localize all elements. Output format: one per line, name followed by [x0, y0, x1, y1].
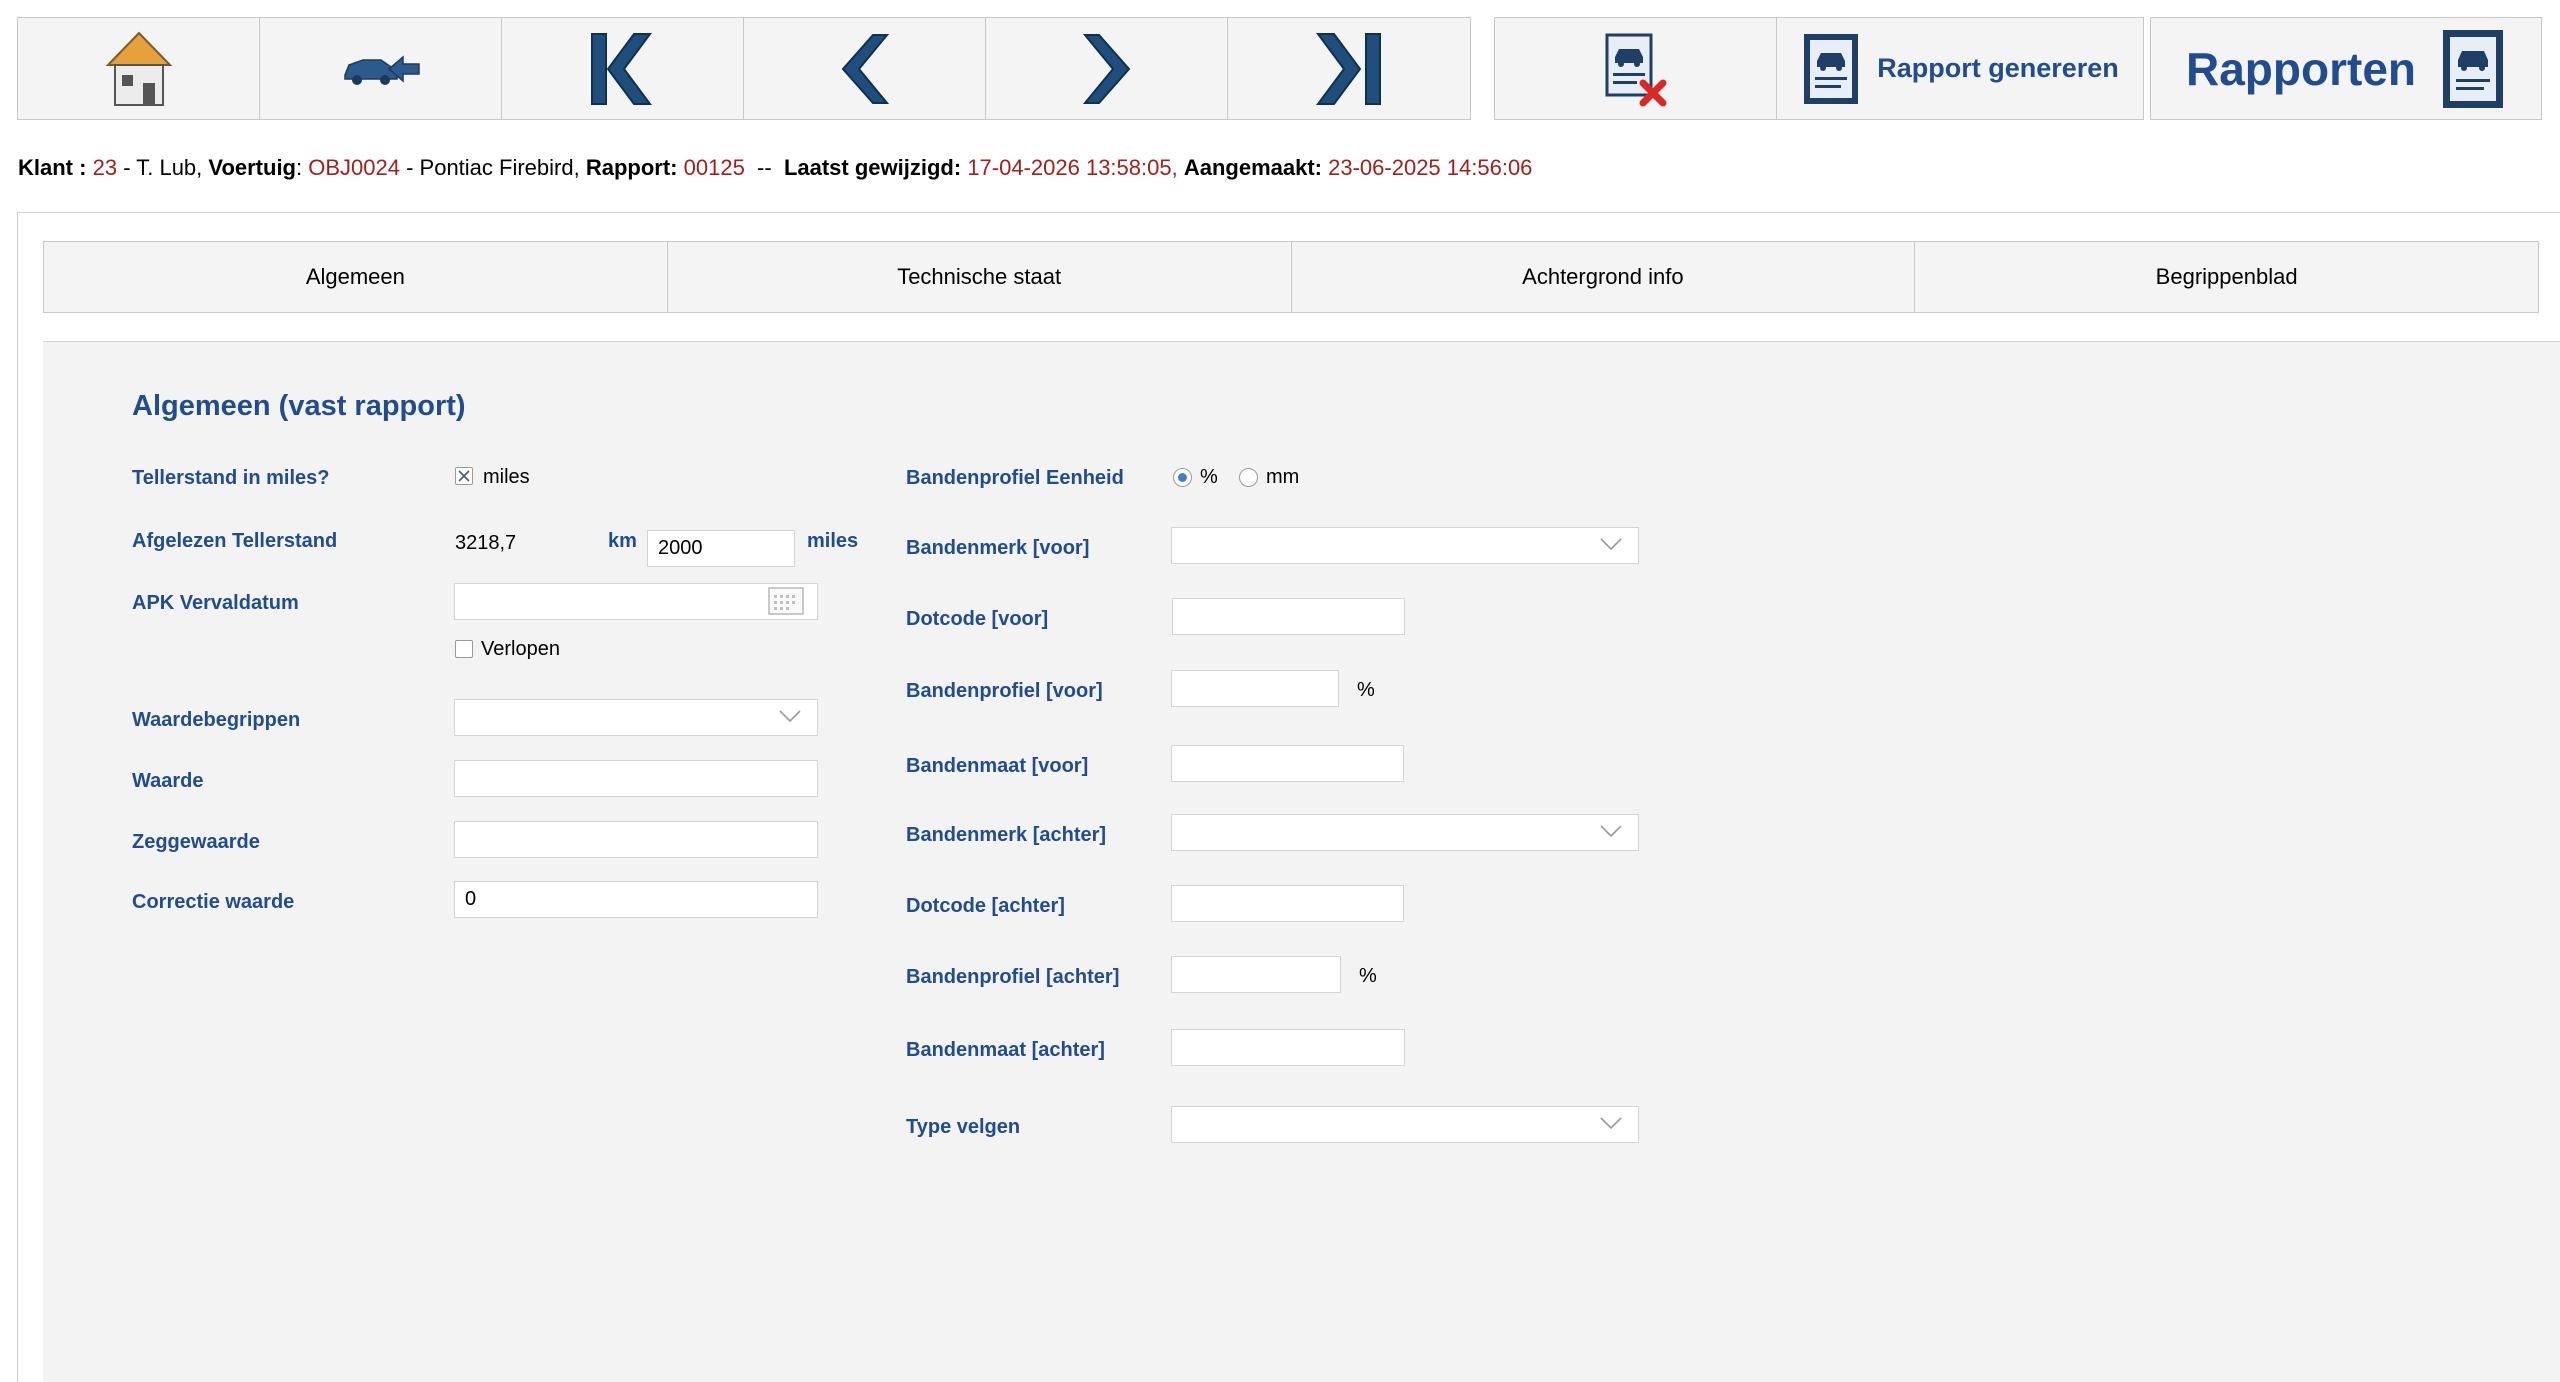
generate-report-label: Rapport genereren — [1877, 53, 2119, 83]
tellerstand-miles-checkbox[interactable] — [455, 467, 473, 485]
gewijzigd-value: 17-04-2026 13:58:05, — [967, 155, 1178, 180]
delete-report-icon — [1605, 33, 1666, 106]
apk-date-input[interactable] — [454, 583, 818, 620]
eenheid-percent-label: % — [1200, 466, 1218, 488]
previous-record-icon — [841, 33, 889, 104]
dot-voor-label: Dotcode [voor] — [906, 608, 1049, 630]
rapport-label: Rapport: — [585, 155, 678, 180]
correctie-label: Correctie waarde — [132, 891, 295, 913]
voertuig-id: OBJ0024 — [308, 155, 400, 180]
profiel-voor-input[interactable] — [1171, 670, 1339, 707]
velgen-label: Type velgen — [906, 1116, 1021, 1138]
profiel-voor-unit: % — [1357, 679, 1375, 701]
info-separator: -- — [757, 155, 772, 180]
waarde-label: Waarde — [132, 770, 204, 792]
generate-report-button[interactable]: Rapport genereren — [1777, 18, 2143, 119]
chevron-down-icon — [779, 710, 801, 723]
miles-input[interactable] — [647, 530, 795, 567]
section-title: Algemeen (vast rapport) — [132, 390, 466, 422]
eenheid-percent-radio[interactable] — [1173, 468, 1192, 487]
dot-achter-input[interactable] — [1171, 885, 1404, 922]
main-panel: Algemeen Technische staat Achtergrond in… — [17, 212, 2560, 1382]
last-record-button[interactable] — [1228, 18, 1470, 119]
reports-label: Rapporten — [2186, 42, 2416, 95]
record-info-line: Klant : 23 - T. Lub, Voertuig: OBJ0024 -… — [18, 155, 1533, 180]
maat-achter-input[interactable] — [1171, 1029, 1405, 1066]
navigation-group — [17, 17, 1471, 120]
dot-voor-input[interactable] — [1172, 598, 1405, 635]
tab-achtergrond-info[interactable]: Achtergrond info — [1292, 242, 1916, 312]
merk-voor-label: Bandenmerk [voor] — [906, 537, 1090, 559]
form-content: Algemeen (vast rapport) Tellerstand in m… — [43, 341, 2560, 1382]
chevron-down-icon — [1600, 538, 1622, 551]
velgen-select[interactable] — [1171, 1106, 1639, 1143]
km-unit: km — [608, 530, 637, 552]
chevron-down-icon — [1600, 1117, 1622, 1130]
merk-voor-select[interactable] — [1171, 527, 1639, 564]
tab-algemeen[interactable]: Algemeen — [44, 242, 668, 312]
reports-button[interactable]: Rapporten — [2151, 18, 2541, 119]
chevron-down-icon — [1600, 825, 1622, 838]
reports-icon — [2443, 29, 2503, 108]
dot-achter-label: Dotcode [achter] — [906, 895, 1065, 917]
report-actions-group: Rapport genereren — [1494, 17, 2144, 120]
afgelezen-label: Afgelezen Tellerstand — [132, 530, 338, 552]
waarde-input[interactable] — [454, 760, 818, 797]
tab-technische-staat[interactable]: Technische staat — [668, 242, 1292, 312]
maat-voor-label: Bandenmaat [voor] — [906, 755, 1089, 777]
rapport-id: 00125 — [683, 155, 745, 180]
tab-begrippenblad[interactable]: Begrippenblad — [1915, 242, 2538, 312]
maat-achter-label: Bandenmaat [achter] — [906, 1039, 1105, 1061]
next-record-icon — [1082, 33, 1130, 104]
next-record-button[interactable] — [986, 18, 1228, 119]
verlopen-label: Verlopen — [481, 638, 560, 660]
tellerstand-miles-option: miles — [483, 466, 530, 488]
waardebegrippen-label: Waardebegrippen — [132, 709, 301, 731]
apk-label: APK Vervaldatum — [132, 592, 299, 614]
correctie-input[interactable] — [454, 881, 818, 918]
first-record-button[interactable] — [502, 18, 744, 119]
check-x-icon — [458, 470, 470, 482]
zeggewaarde-input[interactable] — [454, 821, 818, 858]
profiel-achter-unit: % — [1359, 965, 1377, 987]
report-icon — [1804, 33, 1859, 104]
voertuig-name: - Pontiac Firebird, — [406, 155, 580, 180]
waardebegrippen-select[interactable] — [454, 699, 818, 736]
merk-achter-select[interactable] — [1171, 814, 1639, 851]
calendar-icon — [768, 587, 804, 615]
gewijzigd-label: Laatst gewijzigd: — [783, 155, 962, 180]
tellerstand-miles-label: Tellerstand in miles? — [132, 467, 330, 489]
profiel-achter-input[interactable] — [1171, 956, 1341, 993]
home-icon — [105, 31, 172, 106]
merk-achter-label: Bandenmerk [achter] — [906, 824, 1107, 846]
klant-name: - T. Lub, — [123, 155, 203, 180]
delete-report-button[interactable] — [1495, 18, 1777, 119]
profiel-voor-label: Bandenprofiel [voor] — [906, 680, 1103, 702]
profiel-achter-label: Bandenprofiel [achter] — [906, 966, 1120, 988]
previous-record-button[interactable] — [744, 18, 986, 119]
back-car-icon — [343, 54, 420, 85]
aangemaakt-label: Aangemaakt: — [1183, 155, 1322, 180]
back-to-vehicle-button[interactable] — [260, 18, 502, 119]
zeggewaarde-label: Zeggewaarde — [132, 831, 260, 853]
voertuig-label: Voertuig — [208, 155, 296, 180]
reports-group: Rapporten — [2150, 17, 2542, 120]
eenheid-label: Bandenprofiel Eenheid — [906, 467, 1124, 489]
eenheid-mm-label: mm — [1266, 466, 1300, 488]
aangemaakt-value: 23-06-2025 14:56:06 — [1328, 155, 1533, 180]
calendar-button[interactable] — [768, 587, 808, 617]
maat-voor-input[interactable] — [1171, 745, 1404, 782]
home-button[interactable] — [18, 18, 260, 119]
tab-bar: Algemeen Technische staat Achtergrond in… — [43, 241, 2539, 313]
verlopen-checkbox[interactable] — [455, 640, 473, 658]
eenheid-mm-radio[interactable] — [1239, 468, 1258, 487]
afgelezen-km-value: 3218,7 — [455, 532, 517, 554]
klant-label: Klant : — [18, 155, 87, 180]
klant-id: 23 — [92, 155, 118, 180]
miles-unit: miles — [807, 530, 859, 552]
last-record-icon — [1316, 32, 1381, 105]
first-record-icon — [590, 32, 652, 105]
